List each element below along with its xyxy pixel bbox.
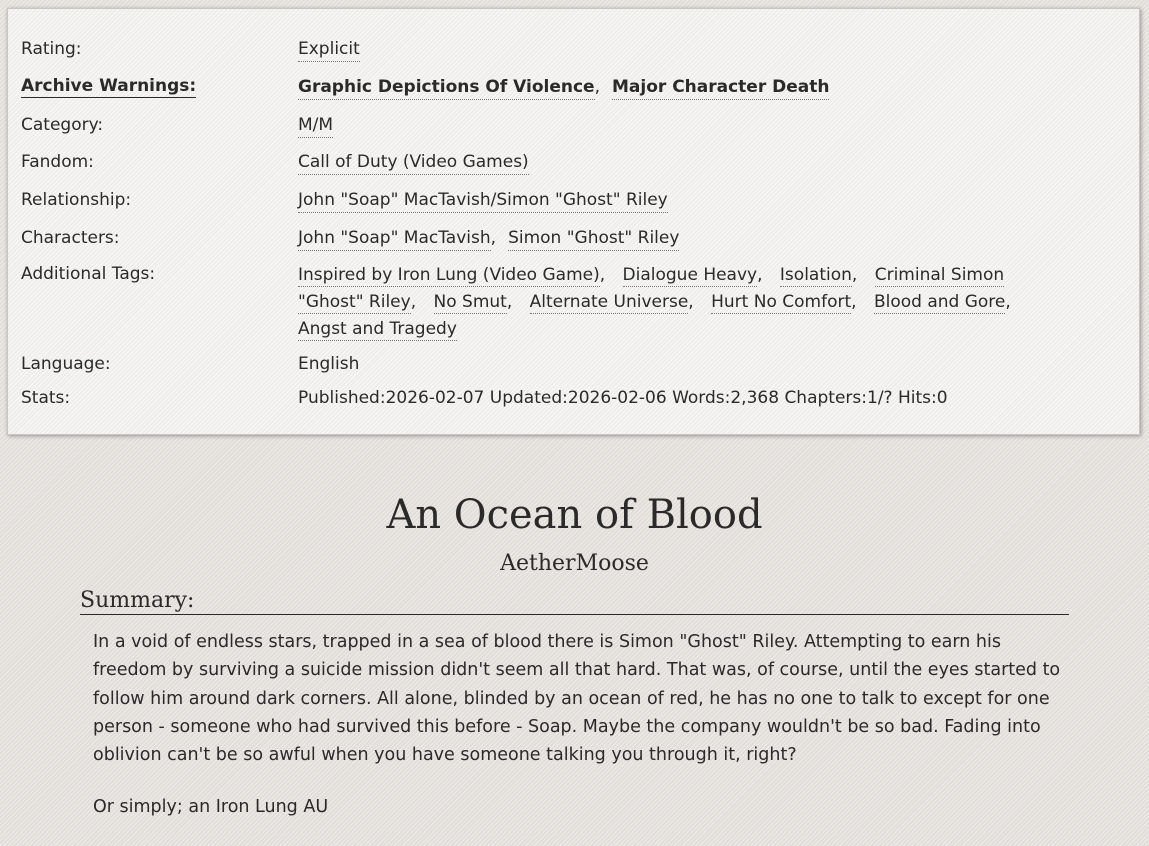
- fandom-tag[interactable]: Call of Duty (Video Games): [298, 151, 529, 175]
- published-label: Published:: [298, 388, 386, 408]
- word-count: 2,368: [730, 388, 780, 408]
- summary-body: In a void of endless stars, trapped in a…: [93, 628, 1068, 846]
- updated-label: Updated:: [489, 388, 568, 408]
- language-label: Language:: [21, 354, 111, 374]
- tag-separator: ,: [506, 292, 513, 312]
- work-title: An Ocean of Blood: [386, 492, 763, 538]
- warnings-label[interactable]: Archive Warnings:: [21, 75, 197, 98]
- character-tag[interactable]: John "Soap" MacTavish: [298, 227, 491, 251]
- category-tag[interactable]: M/M: [298, 114, 334, 138]
- hits-label: Hits:: [897, 388, 937, 408]
- rating-label: Rating:: [21, 39, 82, 59]
- additional-tag[interactable]: No Smut: [433, 292, 507, 314]
- work-meta-box: Rating: Explicit Archive Warnings: Graph…: [7, 8, 1140, 435]
- stats-value: Published:2026-02-07 Updated:2026-02-06 …: [298, 386, 1088, 410]
- work-author: AetherMoose: [0, 548, 1149, 580]
- additional-tag[interactable]: Blood and Gore: [873, 292, 1006, 314]
- relationship-value: John "Soap" MacTavish/Simon "Ghost" Rile…: [298, 188, 1088, 213]
- author-link[interactable]: AetherMoose: [500, 551, 649, 576]
- additional-tags-label: Additional Tags:: [21, 264, 156, 284]
- rating-value: Explicit: [298, 37, 1088, 62]
- warnings-value: Graphic Depictions Of Violence, Major Cha…: [298, 75, 1088, 100]
- chapter-count: 1/?: [867, 388, 893, 408]
- rating-tag[interactable]: Explicit: [298, 38, 360, 62]
- additional-tag[interactable]: Hurt No Comfort: [711, 292, 852, 314]
- additional-tag[interactable]: Inspired by Iron Lung (Video Game): [298, 265, 600, 287]
- tag-separator: ,: [410, 292, 417, 312]
- warning-tag[interactable]: Major Character Death: [612, 76, 830, 100]
- tag-separator: ,: [1005, 292, 1011, 312]
- additional-tag[interactable]: Angst and Tragedy: [298, 319, 457, 341]
- tag-separator: ,: [599, 265, 606, 285]
- additional-tag[interactable]: Alternate Universe: [529, 292, 689, 314]
- tag-separator: ,: [851, 265, 858, 285]
- hit-count: 0: [936, 388, 948, 408]
- fandom-value: Call of Duty (Video Games): [298, 150, 1088, 175]
- fandom-label: Fandom:: [21, 152, 94, 172]
- category-value: M/M: [298, 113, 1088, 138]
- published-date: 2026-02-07: [385, 388, 485, 408]
- language-value: English: [298, 354, 360, 374]
- additional-tags-value: Inspired by Iron Lung (Video Game), Dial…: [298, 262, 1068, 343]
- chapters-label: Chapters:: [784, 388, 867, 408]
- stats-label: Stats:: [21, 388, 71, 408]
- tag-separator: ,: [594, 77, 600, 97]
- tag-separator: ,: [490, 228, 497, 248]
- tag-separator: ,: [851, 292, 857, 312]
- character-tag[interactable]: Simon "Ghost" Riley: [508, 227, 680, 251]
- tag-separator: ,: [757, 265, 763, 285]
- additional-tag[interactable]: Dialogue Heavy: [622, 265, 758, 287]
- relationship-tag[interactable]: John "Soap" MacTavish/Simon "Ghost" Rile…: [298, 189, 668, 213]
- summary-paragraph: Or simply; an Iron Lung AU: [93, 797, 329, 818]
- characters-value: John "Soap" MacTavish, Simon "Ghost" Rile…: [298, 226, 1088, 251]
- category-label: Category:: [21, 115, 104, 135]
- tag-separator: ,: [688, 292, 694, 312]
- summary-heading: Summary:: [80, 588, 1069, 615]
- warning-tag[interactable]: Graphic Depictions Of Violence: [298, 76, 595, 100]
- words-label: Words:: [672, 388, 731, 408]
- additional-tag[interactable]: Isolation: [779, 265, 852, 287]
- characters-label: Characters:: [21, 228, 120, 248]
- summary-paragraph: In a void of endless stars, trapped in a…: [93, 632, 1061, 766]
- relationship-label: Relationship:: [21, 190, 132, 210]
- updated-date: 2026-02-06: [567, 388, 667, 408]
